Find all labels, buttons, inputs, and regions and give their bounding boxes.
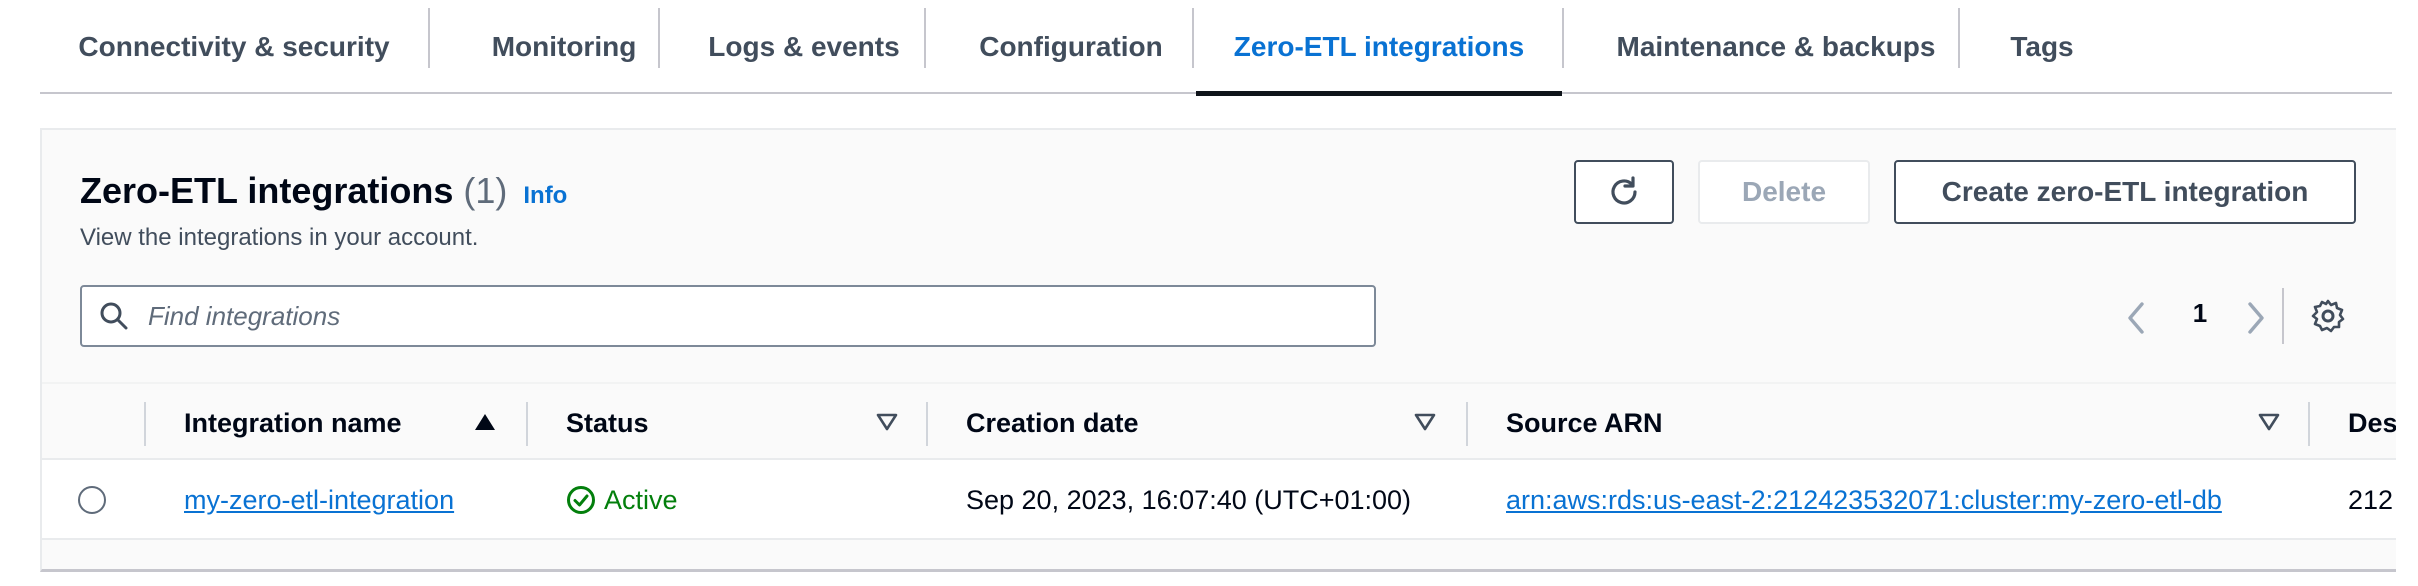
creation-date-cell: Sep 20, 2023, 16:07:40 (UTC+01:00) <box>966 484 1412 515</box>
sort-icon[interactable] <box>1414 412 1436 432</box>
tab-maintenance-backups[interactable]: Maintenance & backups <box>1564 0 1988 94</box>
column-header-source-arn[interactable]: Source ARN <box>1506 384 1663 462</box>
row-select-radio[interactable] <box>78 486 106 514</box>
column-header-integration-name[interactable]: Integration name <box>184 384 402 462</box>
sort-ascending-icon[interactable] <box>474 412 496 432</box>
tab-bar: Connectivity & security Monitoring Logs … <box>40 0 2392 96</box>
panel-description: View the integrations in your account. <box>80 224 479 251</box>
next-page-icon[interactable] <box>2242 300 2270 336</box>
tab-configuration[interactable]: Configuration <box>926 0 1216 94</box>
check-circle-icon <box>567 486 595 514</box>
delete-button[interactable]: Delete <box>1698 160 1870 224</box>
pager-divider <box>2282 288 2284 344</box>
source-arn-link[interactable]: arn:aws:rds:us-east-2:212423532071:clust… <box>1506 485 2222 516</box>
refresh-icon <box>1611 176 1637 205</box>
search-input[interactable] <box>148 300 1248 332</box>
column-divider <box>144 402 146 446</box>
current-page[interactable]: 1 <box>2186 298 2214 329</box>
item-count: (1) <box>463 170 508 211</box>
column-divider <box>2308 402 2310 446</box>
destination-cell: 212 <box>2348 484 2394 515</box>
column-divider <box>526 402 528 446</box>
column-header-status[interactable]: Status <box>566 384 649 462</box>
column-header-destination[interactable]: Des <box>2348 384 2396 462</box>
tab-divider <box>1192 8 1194 68</box>
previous-page-icon[interactable] <box>2122 300 2150 336</box>
column-divider <box>926 402 928 446</box>
search-box <box>80 285 1376 347</box>
search-icon <box>100 302 128 330</box>
tab-connectivity-security[interactable]: Connectivity & security <box>40 0 428 94</box>
status-cell: Active <box>566 460 678 540</box>
table-header: Integration name Status Creation date So… <box>42 382 2396 460</box>
info-link[interactable]: Info <box>523 182 567 210</box>
integration-name-link[interactable]: my-zero-etl-integration <box>184 485 454 516</box>
refresh-button[interactable] <box>1574 160 1674 224</box>
sort-icon[interactable] <box>2258 412 2280 432</box>
tab-zero-etl-integrations[interactable]: Zero-ETL integrations <box>1196 0 1562 96</box>
integrations-panel: Zero-ETL integrations (1) Info View the … <box>40 128 2396 572</box>
status-text: Active <box>604 484 678 515</box>
tab-logs-events[interactable]: Logs & events <box>660 0 948 94</box>
column-divider <box>1466 402 1468 446</box>
panel-title: Zero-ETL integrations <box>80 170 454 211</box>
tab-tags[interactable]: Tags <box>1960 0 2124 94</box>
create-integration-button[interactable]: Create zero-ETL integration <box>1894 160 2356 224</box>
column-header-creation-date[interactable]: Creation date <box>966 384 1139 462</box>
sort-icon[interactable] <box>876 412 898 432</box>
panel-header: Zero-ETL integrations (1) Info <box>80 170 567 212</box>
table-row: my-zero-etl-integration Active Sep 20, 2… <box>42 460 2396 540</box>
gear-icon[interactable] <box>2310 298 2346 334</box>
